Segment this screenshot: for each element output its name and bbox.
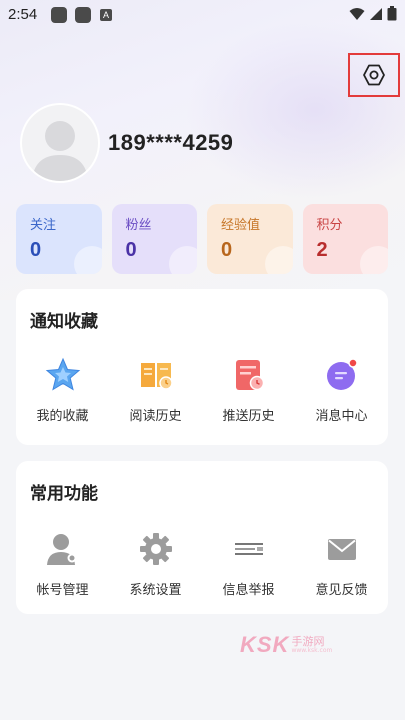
settings-button[interactable] [348,53,400,97]
grid-label: 消息中心 [315,409,368,424]
status-time: 2:54 [8,6,38,23]
grid-label: 我的收藏 [36,409,89,424]
grid-label: 阅读历史 [129,409,182,424]
settings-icon [363,64,385,86]
wifi-icon [349,7,365,20]
stat-label: 关注 [30,218,57,233]
section-title: 常用功能 [30,484,98,504]
message-icon [326,358,358,390]
notify-card: 通知收藏 我的收藏 阅读历史 推送历史 消息中心 [16,289,388,445]
feedback-button[interactable]: 意见反馈 [295,529,388,598]
app-notification-icon [75,7,91,23]
section-title: 通知收藏 [30,312,98,332]
stat-label: 经验值 [221,218,261,233]
grid-label: 意见反馈 [315,583,368,598]
stats-row: 关注 0 粉丝 0 经验值 0 积分 2 [16,204,388,274]
stat-card-fans[interactable]: 粉丝 0 [111,204,197,274]
report-icon [234,543,263,555]
user-icon [46,534,76,565]
push-history-icon [235,360,264,391]
app-notification-icon [51,7,67,23]
mail-icon [327,539,356,560]
system-settings-button[interactable]: 系统设置 [109,529,202,598]
signal-icon [370,7,382,20]
star-icon [45,357,80,391]
push-history-button[interactable]: 推送历史 [202,355,295,424]
stat-card-follow[interactable]: 关注 0 [16,204,102,274]
stat-card-points[interactable]: 积分 2 [302,204,388,274]
book-icon [140,363,173,390]
my-favorites-button[interactable]: 我的收藏 [16,355,109,424]
battery-icon [387,6,397,21]
a-notification-icon: A [100,9,112,21]
user-phone: 189****4259 [108,130,234,155]
info-report-button[interactable]: 信息举报 [202,529,295,598]
account-management-button[interactable]: 帐号管理 [16,529,109,598]
avatar[interactable] [22,105,98,181]
stat-label: 积分 [316,218,343,233]
watermark-text: 手游网 [291,635,325,648]
stat-label: 粉丝 [125,218,152,233]
grid-label: 推送历史 [222,409,275,424]
reading-history-button[interactable]: 阅读历史 [109,355,202,424]
message-center-button[interactable]: 消息中心 [295,355,388,424]
common-functions-card: 常用功能 帐号管理 系统设置 信息举报 意见反馈 [16,461,388,614]
grid-label: 系统设置 [129,583,182,598]
watermark-letters: KSK [240,632,290,657]
default-avatar-icon [32,121,88,181]
stat-card-experience[interactable]: 经验值 0 [207,204,293,274]
grid-label: 信息举报 [222,583,275,598]
watermark-logo: KSK 手游网 www.ksk.com [240,632,332,658]
status-bar: 2:54 A [0,0,405,30]
gear-icon [139,533,172,565]
grid-label: 帐号管理 [36,583,89,598]
watermark-sub: www.ksk.com [291,647,333,654]
